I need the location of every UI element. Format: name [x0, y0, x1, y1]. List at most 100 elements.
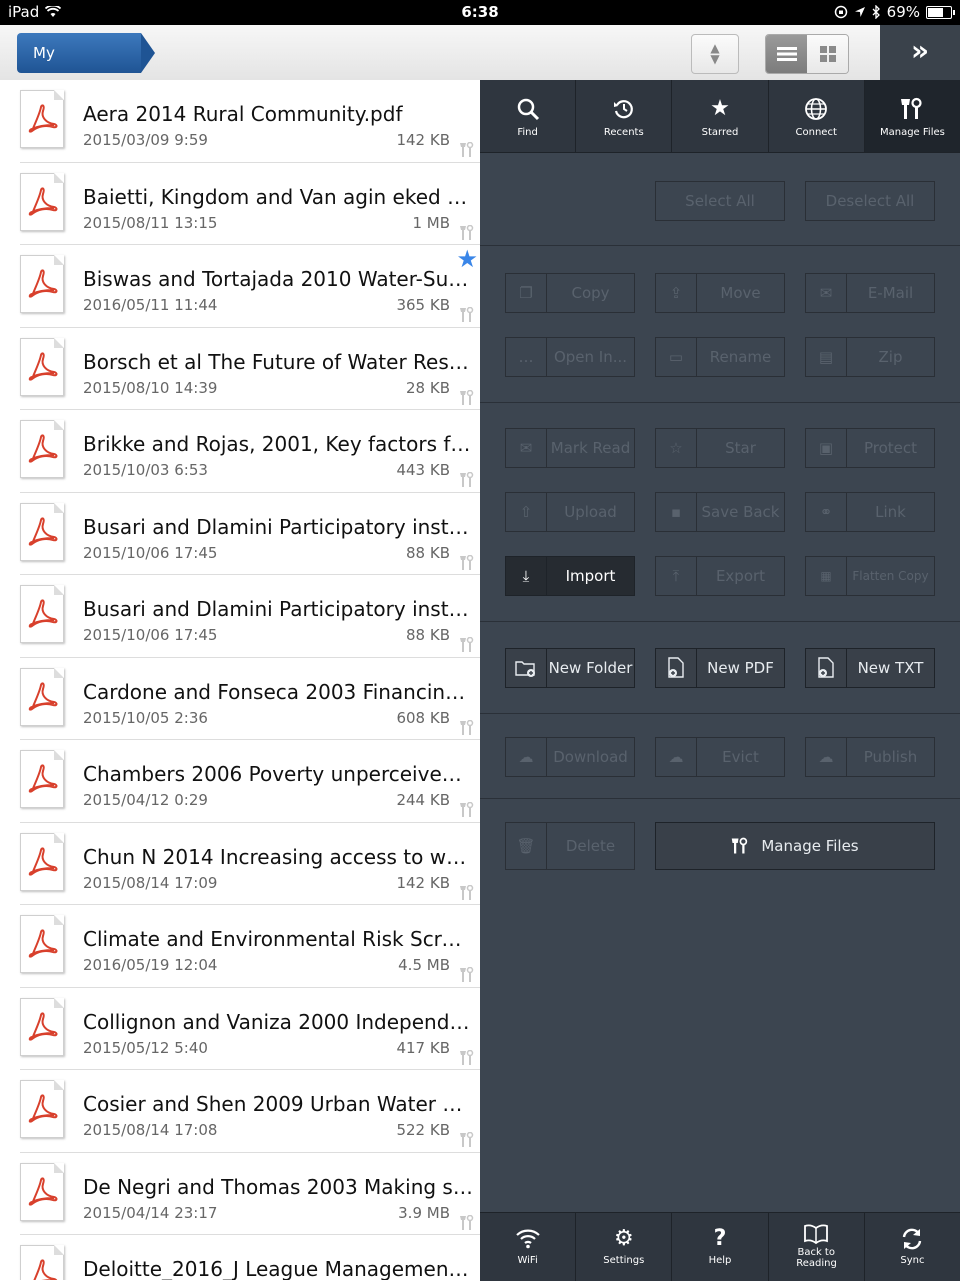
- tab-recents[interactable]: Recents: [576, 80, 673, 152]
- flatten-copy-button[interactable]: ▦ Flatten Copy: [805, 556, 935, 596]
- email-button[interactable]: ✉ E-Mail: [805, 273, 935, 313]
- tab-label: Settings: [603, 1255, 645, 1266]
- recents-icon: [576, 97, 671, 121]
- file-row[interactable]: Deloitte_2016_J League Management Cup: [0, 1235, 480, 1280]
- file-tools-icon[interactable]: [460, 884, 474, 901]
- save-back-button[interactable]: ▪ Save Back: [655, 492, 785, 532]
- email-label: E-Mail: [867, 284, 914, 302]
- file-row[interactable]: Brikke and Rojas, 2001, Key factors for …: [0, 410, 480, 493]
- import-button[interactable]: ⤓ Import: [505, 556, 635, 596]
- export-button[interactable]: ⤒ Export: [655, 556, 785, 596]
- breadcrumb-my-documents[interactable]: My Documents: [17, 33, 155, 102]
- tab-back-to-reading[interactable]: Back to Reading: [769, 1213, 865, 1281]
- file-tools-icon[interactable]: [460, 389, 474, 406]
- save-back-label: Save Back: [701, 503, 780, 521]
- tab-connect[interactable]: Connect: [769, 80, 865, 152]
- upload-icon: ⇧: [506, 493, 547, 531]
- tab-starred[interactable]: ★ Starred: [672, 80, 769, 152]
- pdf-file-icon: [20, 832, 64, 891]
- file-tools-icon[interactable]: [460, 802, 474, 818]
- file-tools-icon[interactable]: [460, 142, 474, 158]
- file-name: Deloitte_2016_J League Management Cup: [83, 1257, 473, 1280]
- file-row[interactable]: Chambers 2006 Poverty unperceived traps …: [0, 740, 480, 823]
- file-row[interactable]: Borsch et al The Future of Water Resourc…: [0, 328, 480, 410]
- file-size: 3.9 MB: [398, 1203, 450, 1222]
- tab-help[interactable]: ? Help: [672, 1213, 769, 1281]
- file-size: 142 KB: [396, 131, 450, 149]
- file-tools-icon[interactable]: [460, 224, 474, 241]
- star-button[interactable]: ☆ Star: [655, 428, 785, 468]
- file-tools-icon[interactable]: [460, 637, 474, 653]
- file-row[interactable]: Cosier and Shen 2009 Urban Water Managem…: [0, 1070, 480, 1153]
- file-size: 4.5 MB: [398, 956, 450, 974]
- manage-files-button[interactable]: Manage Files: [655, 822, 935, 870]
- rename-button[interactable]: ▭ Rename: [655, 337, 785, 377]
- file-tools-icon[interactable]: [460, 307, 474, 323]
- publish-label: Publish: [863, 748, 918, 766]
- file-size: 88 KB: [406, 626, 450, 644]
- tab-wifi[interactable]: WiFi: [480, 1213, 577, 1281]
- tab-manage-files[interactable]: Manage Files: [864, 80, 960, 152]
- mark-read-button[interactable]: ✉ Mark Read: [505, 428, 635, 468]
- file-row[interactable]: Busari and Dlamini Participatory institu…: [0, 575, 480, 658]
- section-pointer: [704, 622, 728, 632]
- copy-button[interactable]: ❐ Copy: [505, 273, 635, 313]
- new-txt-button[interactable]: New TXT: [805, 648, 935, 688]
- file-row[interactable]: Biswas and Tortajada 2010 Water-Supply o…: [0, 245, 480, 328]
- new-pdf-button[interactable]: New PDF: [655, 648, 785, 688]
- grid-view-button[interactable]: [807, 35, 848, 73]
- new-folder-button[interactable]: New Folder: [505, 648, 635, 688]
- evict-button[interactable]: ☁ Evict: [655, 737, 785, 777]
- file-row[interactable]: Climate and Environmental Risk Screening…: [0, 905, 480, 988]
- link-button[interactable]: ⚭ Link: [805, 492, 935, 532]
- file-row[interactable]: Baietti, Kingdom and Van agin eked 2006 …: [0, 163, 480, 245]
- publish-button[interactable]: ☁ Publish: [805, 737, 935, 777]
- file-date: 2015/08/10 14:39: [83, 378, 218, 397]
- cloud-download-icon: ☁: [506, 738, 547, 776]
- grid-icon: [819, 46, 836, 62]
- rotation-lock-icon: [834, 5, 848, 19]
- sort-button[interactable]: ▲ ▼: [691, 34, 739, 74]
- select-all-button[interactable]: Select All: [655, 181, 785, 221]
- protect-button[interactable]: ▣ Protect: [805, 428, 935, 468]
- pdf-file-icon: [20, 997, 64, 1056]
- delete-button[interactable]: 🗑 Delete: [505, 822, 635, 870]
- file-row[interactable]: De Negri and Thomas 2003 Making sense 20…: [0, 1153, 480, 1235]
- deselect-all-button[interactable]: Deselect All: [805, 181, 935, 221]
- file-row[interactable]: Cardone and Fonseca 2003 Financing and C…: [0, 658, 480, 740]
- section-pointer: [704, 403, 728, 413]
- file-tools-icon[interactable]: [460, 472, 474, 488]
- download-button[interactable]: ☁ Download: [505, 737, 635, 777]
- tab-settings[interactable]: ⚙ Settings: [576, 1213, 673, 1281]
- link-label: Link: [875, 503, 906, 521]
- file-date: 2015/08/14 17:09: [83, 873, 218, 892]
- file-row[interactable]: Chun N 2014 Increasing access to water 2…: [0, 823, 480, 905]
- mark-read-label: Mark Read: [550, 439, 631, 457]
- file-tools-icon[interactable]: [460, 1214, 474, 1231]
- upload-button[interactable]: ⇧ Upload: [505, 492, 635, 532]
- file-name: Cosier and Shen 2009 Urban Water Managem…: [83, 1092, 473, 1116]
- file-row[interactable]: Aera 2014 Rural Community.pdf 2015/03/09…: [0, 80, 480, 163]
- tab-sync[interactable]: Sync: [865, 1213, 960, 1281]
- file-tools-icon[interactable]: [460, 967, 474, 983]
- file-name: Baietti, Kingdom and Van agin eked 2006 …: [83, 184, 473, 209]
- file-row[interactable]: Busari and Dlamini Participatory institu…: [0, 493, 480, 575]
- tab-find[interactable]: Find: [480, 80, 577, 152]
- move-button[interactable]: ⇪ Move: [655, 273, 785, 313]
- open-in-button[interactable]: … Open In...: [505, 337, 635, 377]
- file-tools-icon[interactable]: [460, 1132, 474, 1148]
- battery-percent: 69%: [886, 3, 920, 21]
- file-tools-icon[interactable]: [460, 719, 474, 736]
- cloud-icon: ☁: [656, 738, 697, 776]
- list-view-button[interactable]: [766, 35, 807, 73]
- new-pdf-icon: [656, 649, 697, 687]
- collapse-panel-button[interactable]: »: [880, 25, 960, 80]
- file-tools-icon[interactable]: [460, 1049, 474, 1066]
- file-row[interactable]: Collignon and Vaniza 2000 Independent Wa…: [0, 988, 480, 1070]
- zip-icon: ▤: [806, 338, 847, 376]
- file-tools-icon[interactable]: [460, 554, 474, 571]
- file-name: Chun N 2014 Increasing access to water: [83, 844, 473, 869]
- nav-bar: My Documents ▲ ▼: [0, 25, 880, 102]
- zip-button[interactable]: ▤ Zip: [805, 337, 935, 377]
- bluetooth-icon: [872, 5, 881, 19]
